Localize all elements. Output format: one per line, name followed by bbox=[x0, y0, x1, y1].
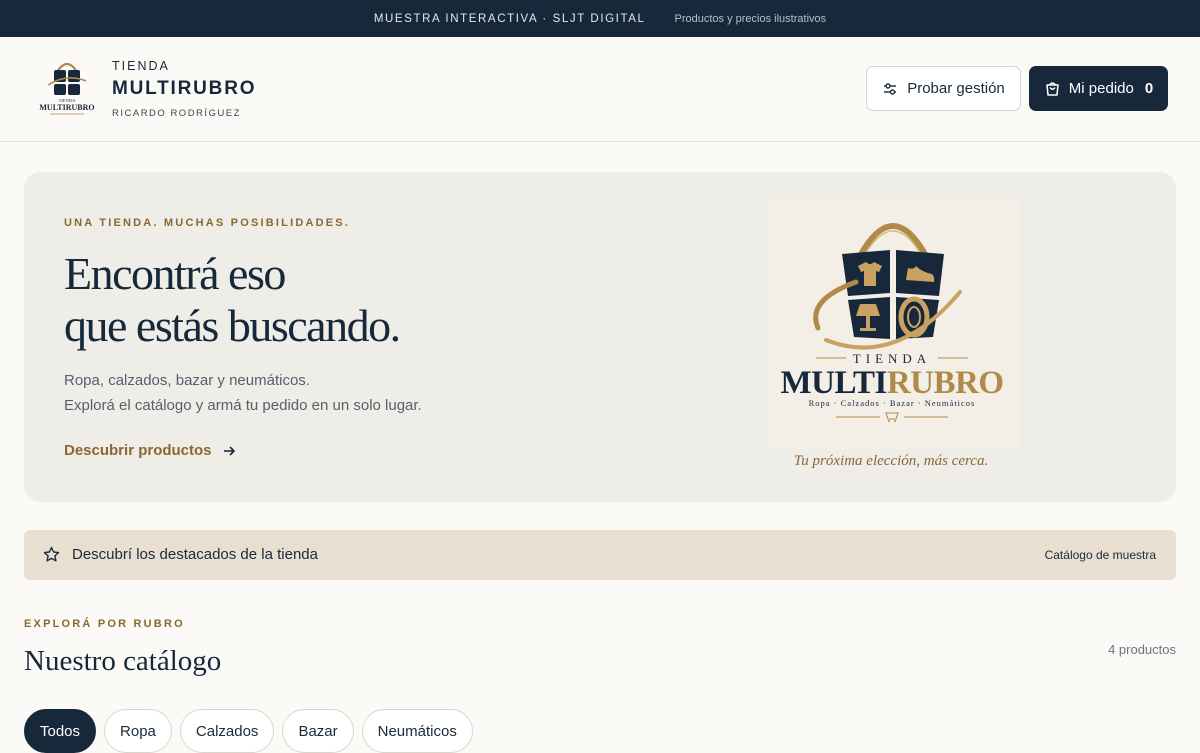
featured-banner[interactable]: Descubrí los destacados de la tienda Cat… bbox=[24, 530, 1176, 580]
sample-catalog-label: Catálogo de muestra bbox=[1044, 548, 1156, 562]
discover-products-link[interactable]: Descubrir productos bbox=[64, 442, 237, 459]
catalog-title: Nuestro catálogo bbox=[24, 645, 222, 677]
hero-title-line-2: que estás buscando. bbox=[64, 300, 401, 351]
hero-description: Ropa, calzados, bazar y neumáticos. Expl… bbox=[64, 368, 422, 418]
discover-products-label: Descubrir productos bbox=[64, 442, 212, 459]
hero-banner: UNA TIENDA. MUCHAS POSIBILIDADES. Encont… bbox=[24, 172, 1176, 502]
hero-eyebrow: UNA TIENDA. MUCHAS POSIBILIDADES. bbox=[64, 217, 351, 229]
hero-title: Encontrá eso que estás buscando. bbox=[64, 248, 401, 352]
hero-logo-image: TIENDA MULTIRUBRO Ropa · Calzados · Baza… bbox=[766, 200, 1020, 450]
hero-title-line-1: Encontrá eso bbox=[64, 248, 286, 299]
announcement-note: Productos y precios ilustrativos bbox=[674, 12, 827, 25]
svg-text:MULTIRUBRO: MULTIRUBRO bbox=[39, 103, 94, 112]
chip-ropa[interactable]: Ropa bbox=[104, 709, 172, 753]
my-order-label: Mi pedido bbox=[1068, 80, 1134, 97]
sliders-icon bbox=[884, 82, 897, 95]
shopping-bag-icon bbox=[1046, 82, 1059, 96]
brand-prefix: TIENDA bbox=[112, 59, 170, 73]
hero-description-line-1: Ropa, calzados, bazar y neumáticos. bbox=[64, 372, 310, 389]
store-logo[interactable]: TIENDA MULTIRUBRO bbox=[34, 57, 100, 123]
order-count-badge: 0 bbox=[1144, 80, 1154, 97]
category-filter-chips: Todos Ropa Calzados Bazar Neumáticos bbox=[24, 709, 473, 753]
chip-neumaticos[interactable]: Neumáticos bbox=[361, 709, 473, 753]
try-management-button[interactable]: Probar gestión bbox=[866, 66, 1021, 111]
hero-tagline: Tu próxima elección, más cerca. bbox=[793, 453, 989, 469]
catalog-product-count: 4 productos bbox=[1108, 642, 1176, 657]
svg-text:Ropa · Calzados · Bazar · Neum: Ropa · Calzados · Bazar · Neumáticos bbox=[809, 398, 976, 408]
catalog-eyebrow: EXPLORÁ POR RUBRO bbox=[24, 618, 185, 630]
brand-name[interactable]: MULTIRUBRO bbox=[112, 78, 256, 100]
chip-bazar[interactable]: Bazar bbox=[282, 709, 354, 753]
top-announcement-bar: MUESTRA INTERACTIVA · SLJT DIGITAL Produ… bbox=[0, 0, 1200, 37]
svg-text:MULTIRUBRO: MULTIRUBRO bbox=[780, 365, 1003, 401]
site-header: TIENDA MULTIRUBRO TIENDA MULTIRUBRO RICA… bbox=[0, 37, 1200, 142]
chip-calzados[interactable]: Calzados bbox=[179, 709, 275, 753]
hero-description-line-2: Explorá el catálogo y armá tu pedido en … bbox=[64, 397, 422, 414]
arrow-right-icon bbox=[223, 445, 235, 456]
try-management-label: Probar gestión bbox=[907, 80, 1005, 97]
brand-owner: RICARDO RODRÍGUEZ bbox=[112, 108, 241, 119]
announcement-label: MUESTRA INTERACTIVA · SLJT DIGITAL bbox=[373, 12, 646, 25]
star-icon bbox=[43, 546, 60, 562]
my-order-button[interactable]: Mi pedido 0 bbox=[1029, 66, 1168, 111]
featured-text: Descubrí los destacados de la tienda bbox=[72, 546, 318, 563]
svg-text:TIENDA: TIENDA bbox=[853, 351, 931, 366]
chip-todos[interactable]: Todos bbox=[24, 709, 97, 753]
